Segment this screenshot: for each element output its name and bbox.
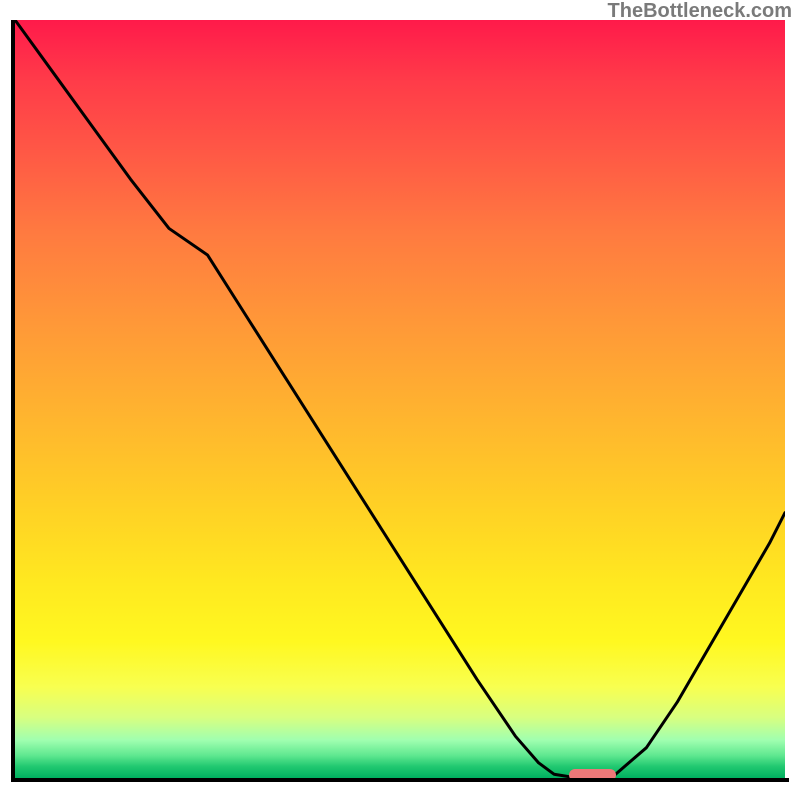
x-axis <box>11 778 789 782</box>
y-axis <box>11 20 15 782</box>
bottleneck-curve <box>15 20 785 778</box>
watermark-text: TheBottleneck.com <box>608 0 792 23</box>
chart-container: TheBottleneck.com <box>0 0 800 800</box>
